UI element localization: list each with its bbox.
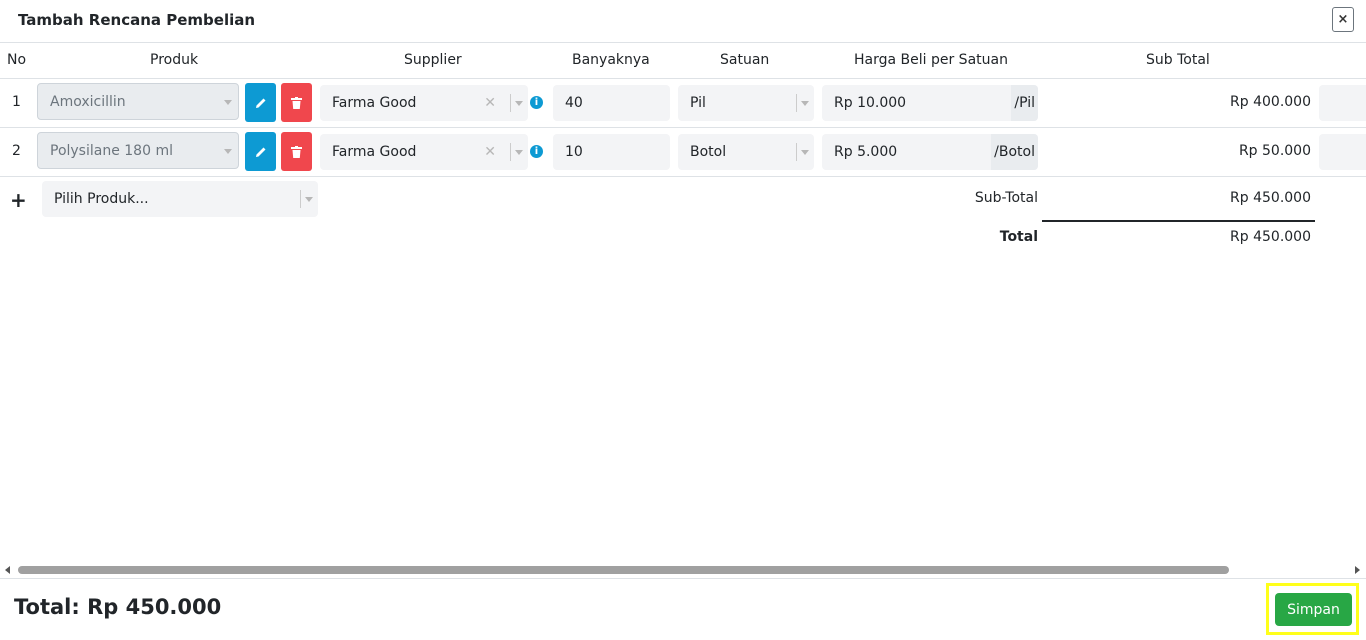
select-separator: [796, 94, 797, 112]
quantity-value: 40: [565, 95, 583, 111]
price-value: Rp 10.000: [834, 95, 907, 111]
modal-title: Tambah Rencana Pembelian: [18, 11, 256, 29]
subtotal-value: Rp 450.000: [1230, 190, 1311, 206]
select-separator: [796, 143, 797, 161]
pencil-icon: [255, 147, 265, 157]
product-select: Amoxicillin: [37, 83, 239, 120]
scroll-left-icon[interactable]: [5, 566, 10, 574]
row-divider: [0, 176, 1366, 177]
total-label: Total: [999, 229, 1038, 245]
info-icon[interactable]: i: [530, 96, 543, 109]
supplier-select[interactable]: Farma Good ✕: [320, 134, 528, 170]
add-product-placeholder: Pilih Produk...: [54, 191, 149, 207]
supplier-value: Farma Good: [332, 144, 417, 160]
unit-value: Pil: [690, 95, 706, 111]
action-cell[interactable]: [1319, 85, 1366, 121]
col-header-banyaknya: Banyaknya: [572, 52, 650, 68]
scroll-right-icon[interactable]: [1355, 566, 1360, 574]
chevron-down-icon[interactable]: [515, 101, 523, 106]
quantity-value: 10: [565, 144, 583, 160]
add-product-select[interactable]: Pilih Produk...: [42, 181, 318, 217]
select-separator: [510, 143, 511, 161]
chevron-down-icon[interactable]: [801, 101, 809, 106]
row-number: 1: [12, 94, 21, 110]
footer-divider: [0, 578, 1366, 579]
chevron-down-icon: [224, 148, 232, 154]
quantity-input[interactable]: 10: [553, 134, 670, 170]
select-separator: [300, 190, 301, 208]
edit-product-button[interactable]: [245, 83, 276, 122]
edit-product-button[interactable]: [245, 132, 276, 171]
total-value: Rp 450.000: [1230, 229, 1311, 245]
col-header-satuan: Satuan: [720, 52, 770, 68]
price-unit-suffix: /Botol: [991, 134, 1038, 170]
price-unit-suffix: /Pil: [1011, 85, 1038, 121]
delete-row-button[interactable]: [281, 83, 312, 122]
col-header-harga: Harga Beli per Satuan: [854, 52, 1008, 68]
add-row-icon[interactable]: +: [10, 188, 27, 212]
product-value: Polysilane 180 ml: [50, 142, 173, 159]
chevron-down-icon[interactable]: [305, 197, 313, 202]
clear-icon[interactable]: ✕: [484, 94, 496, 112]
close-button[interactable]: ×: [1332, 7, 1354, 32]
row-number: 2: [12, 143, 21, 159]
action-cell[interactable]: [1319, 134, 1366, 170]
delete-row-button[interactable]: [281, 132, 312, 171]
subtotal-label: Sub-Total: [974, 190, 1038, 206]
header-divider: [0, 42, 1366, 43]
save-button[interactable]: Simpan: [1275, 593, 1352, 626]
select-separator: [510, 94, 511, 112]
grand-total: Total: Rp 450.000: [14, 595, 222, 619]
row-divider: [0, 127, 1366, 128]
quantity-input[interactable]: 40: [553, 85, 670, 121]
trash-icon: [291, 145, 302, 158]
chevron-down-icon[interactable]: [801, 150, 809, 155]
unit-select[interactable]: Pil: [678, 85, 814, 121]
product-value: Amoxicillin: [50, 93, 126, 110]
close-icon: ×: [1337, 12, 1349, 27]
product-select: Polysilane 180 ml: [37, 132, 239, 169]
scrollbar-thumb[interactable]: [18, 566, 1229, 574]
col-header-produk: Produk: [150, 52, 199, 68]
info-icon[interactable]: i: [530, 145, 543, 158]
row-subtotal: Rp 400.000: [1230, 94, 1311, 110]
supplier-value: Farma Good: [332, 95, 417, 111]
clear-icon[interactable]: ✕: [484, 143, 496, 161]
col-header-subtotal: Sub Total: [1146, 52, 1210, 68]
summary-divider: [1042, 220, 1315, 222]
unit-select[interactable]: Botol: [678, 134, 814, 170]
trash-icon: [291, 96, 302, 109]
col-header-no: No: [7, 52, 27, 68]
price-input[interactable]: Rp 10.000 /Pil: [822, 85, 1038, 121]
supplier-select[interactable]: Farma Good ✕: [320, 85, 528, 121]
price-value: Rp 5.000: [834, 144, 898, 160]
col-header-supplier: Supplier: [404, 52, 462, 68]
chevron-down-icon[interactable]: [515, 150, 523, 155]
unit-value: Botol: [690, 144, 727, 160]
table-header-divider: [0, 78, 1366, 79]
pencil-icon: [255, 98, 265, 108]
chevron-down-icon: [224, 99, 232, 105]
row-subtotal: Rp 50.000: [1238, 143, 1311, 159]
price-input[interactable]: Rp 5.000 /Botol: [822, 134, 1038, 170]
